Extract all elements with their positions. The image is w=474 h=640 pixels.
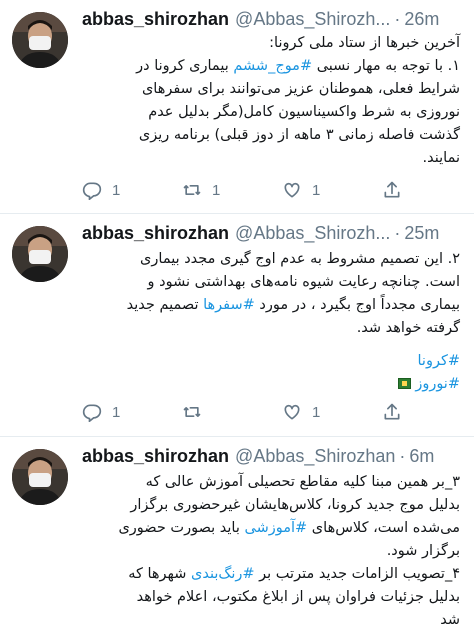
author-name[interactable]: abbas_shirozhan	[82, 446, 229, 467]
hashtag-line: #کرونا	[82, 350, 460, 373]
avatar[interactable]	[12, 226, 68, 282]
text-line: ۳_بر همین مبنا کلیه مقاطع تحصیلی آموزش ع…	[145, 474, 460, 490]
tweet-time[interactable]: 25m	[404, 223, 439, 244]
text-line: ۴_تصویب الزامات جدید مترتب بر #رنگ‌بندی …	[82, 563, 460, 586]
text-fragment: تصمیم جدید	[126, 297, 204, 313]
hashtag-link[interactable]: #کرونا	[417, 353, 460, 369]
tweet-time[interactable]: 6m	[409, 446, 434, 467]
share-button[interactable]	[382, 402, 402, 422]
tweet-3[interactable]: abbas_shirozhan @Abbas_Shirozhan · 6m ۳_…	[0, 437, 474, 640]
text-line: بدلیل جزئیات فراوان پس از ابلاغ مکتوب، ا…	[136, 589, 460, 605]
tweet-actions: 1 1 1	[82, 178, 460, 202]
retweet-icon	[183, 185, 201, 195]
avatar[interactable]	[12, 449, 68, 505]
text-fragment: باید بصورت حضوری	[118, 520, 245, 536]
reply-icon	[82, 182, 102, 200]
reply-icon	[82, 404, 102, 422]
text-fragment: بیماری مجدداً اوج بگیرد ، در مورد	[254, 297, 460, 313]
text-line: ۲. این تصمیم مشروط به عدم اوج گیری مجدد …	[140, 251, 460, 267]
avatar[interactable]	[12, 12, 68, 68]
text-line: شرایط فعلی، هموطنان عزیز می‌توانند برای …	[141, 81, 460, 97]
retweet-icon	[183, 407, 201, 417]
tweet-2[interactable]: abbas_shirozhan @Abbas_Shirozh... · 25m …	[0, 214, 474, 437]
tweet-1[interactable]: abbas_shirozhan @Abbas_Shirozh... · 26m …	[0, 0, 474, 214]
hashtag-link[interactable]: #موج_ششم	[233, 58, 312, 74]
text-line: گرفته خواهد شد.	[356, 320, 460, 336]
avatar-photo-icon	[12, 226, 68, 282]
like-count: 1	[312, 181, 321, 199]
reply-button[interactable]: 1	[82, 180, 182, 200]
text-line: گذشت فاصله زمانی ۳ ماهه از دوز قبلی) برن…	[138, 127, 460, 143]
hashtag-link[interactable]: #سفرها	[203, 297, 255, 313]
text-line: بدلیل موج جدید کرونا، کلاس‌هایشان غیرحضو…	[130, 497, 460, 513]
text-fragment: می‌شده است، کلاس‌های	[307, 520, 460, 536]
share-icon	[384, 403, 400, 420]
share-icon	[384, 181, 400, 198]
author-handle[interactable]: @Abbas_Shirozh...	[235, 9, 390, 30]
hashtag-link[interactable]: #رنگ‌بندی	[191, 566, 255, 582]
text-line: نمایند.	[422, 150, 460, 166]
timeline: abbas_shirozhan @Abbas_Shirozh... · 26m …	[0, 0, 474, 640]
text-line: شد	[440, 612, 460, 628]
text-line: آخرین خبرها از ستاد ملی کرونا:	[269, 35, 460, 51]
retweet-button[interactable]	[182, 402, 282, 422]
tweet-text: آخرین خبرها از ستاد ملی کرونا: ۱. با توج…	[82, 32, 460, 170]
avatar-photo-icon	[12, 12, 68, 68]
retweet-count: 1	[212, 181, 221, 199]
reply-button[interactable]: 1	[82, 402, 182, 422]
reply-count: 1	[112, 181, 121, 199]
tweet-actions: 1 1	[82, 400, 460, 424]
heart-icon	[284, 182, 300, 198]
like-button[interactable]: 1	[282, 402, 382, 422]
text-line: می‌شده است، کلاس‌های #آموزشی باید بصورت …	[82, 517, 460, 540]
nowruz-emoji-icon	[398, 378, 412, 389]
text-line: برگزار شود.	[386, 543, 460, 559]
author-handle[interactable]: @Abbas_Shirozh...	[235, 223, 390, 244]
text-fragment: ۱. با توجه به مهار نسبی	[312, 58, 460, 74]
author-handle[interactable]: @Abbas_Shirozhan	[235, 446, 395, 467]
tweet-header: abbas_shirozhan @Abbas_Shirozh... · 25m	[82, 222, 466, 244]
hashtag-link[interactable]: #آموزشی	[245, 520, 308, 536]
separator-dot: ·	[399, 445, 406, 466]
text-fragment: بیماری کرونا در	[136, 58, 234, 74]
avatar-photo-icon	[12, 449, 68, 505]
like-count: 1	[312, 403, 321, 421]
separator-dot: ·	[394, 8, 401, 29]
text-line: ۱. با توجه به مهار نسبی #موج_ششم بیماری …	[82, 55, 460, 78]
tweet-time[interactable]: 26m	[404, 9, 439, 30]
like-button[interactable]: 1	[282, 180, 382, 200]
share-button[interactable]	[382, 180, 402, 200]
reply-count: 1	[112, 403, 121, 421]
hashtag-link[interactable]: #نوروز	[415, 376, 460, 392]
hashtag-line: #نوروز	[82, 373, 460, 396]
tweet-header: abbas_shirozhan @Abbas_Shirozh... · 26m	[82, 8, 466, 30]
separator-dot: ·	[394, 222, 401, 243]
retweet-button[interactable]: 1	[182, 180, 282, 200]
heart-icon	[284, 404, 300, 420]
tweet-text: ۲. این تصمیم مشروط به عدم اوج گیری مجدد …	[82, 248, 460, 396]
text-line: است. چنانچه رعایت شیوه نامه‌های بهداشتی …	[147, 274, 460, 290]
tweet-header: abbas_shirozhan @Abbas_Shirozhan · 6m	[82, 445, 466, 467]
text-line: نوروزی به شرط واکسیناسیون کامل(مگر بدلیل…	[148, 104, 460, 120]
tweet-text: ۳_بر همین مبنا کلیه مقاطع تحصیلی آموزش ع…	[82, 471, 460, 632]
author-name[interactable]: abbas_shirozhan	[82, 223, 229, 244]
author-name[interactable]: abbas_shirozhan	[82, 9, 229, 30]
text-fragment: ۴_تصویب الزامات جدید مترتب بر	[254, 566, 460, 582]
text-fragment: شهرها که	[128, 566, 191, 582]
text-line: بیماری مجدداً اوج بگیرد ، در مورد #سفرها…	[82, 294, 460, 317]
